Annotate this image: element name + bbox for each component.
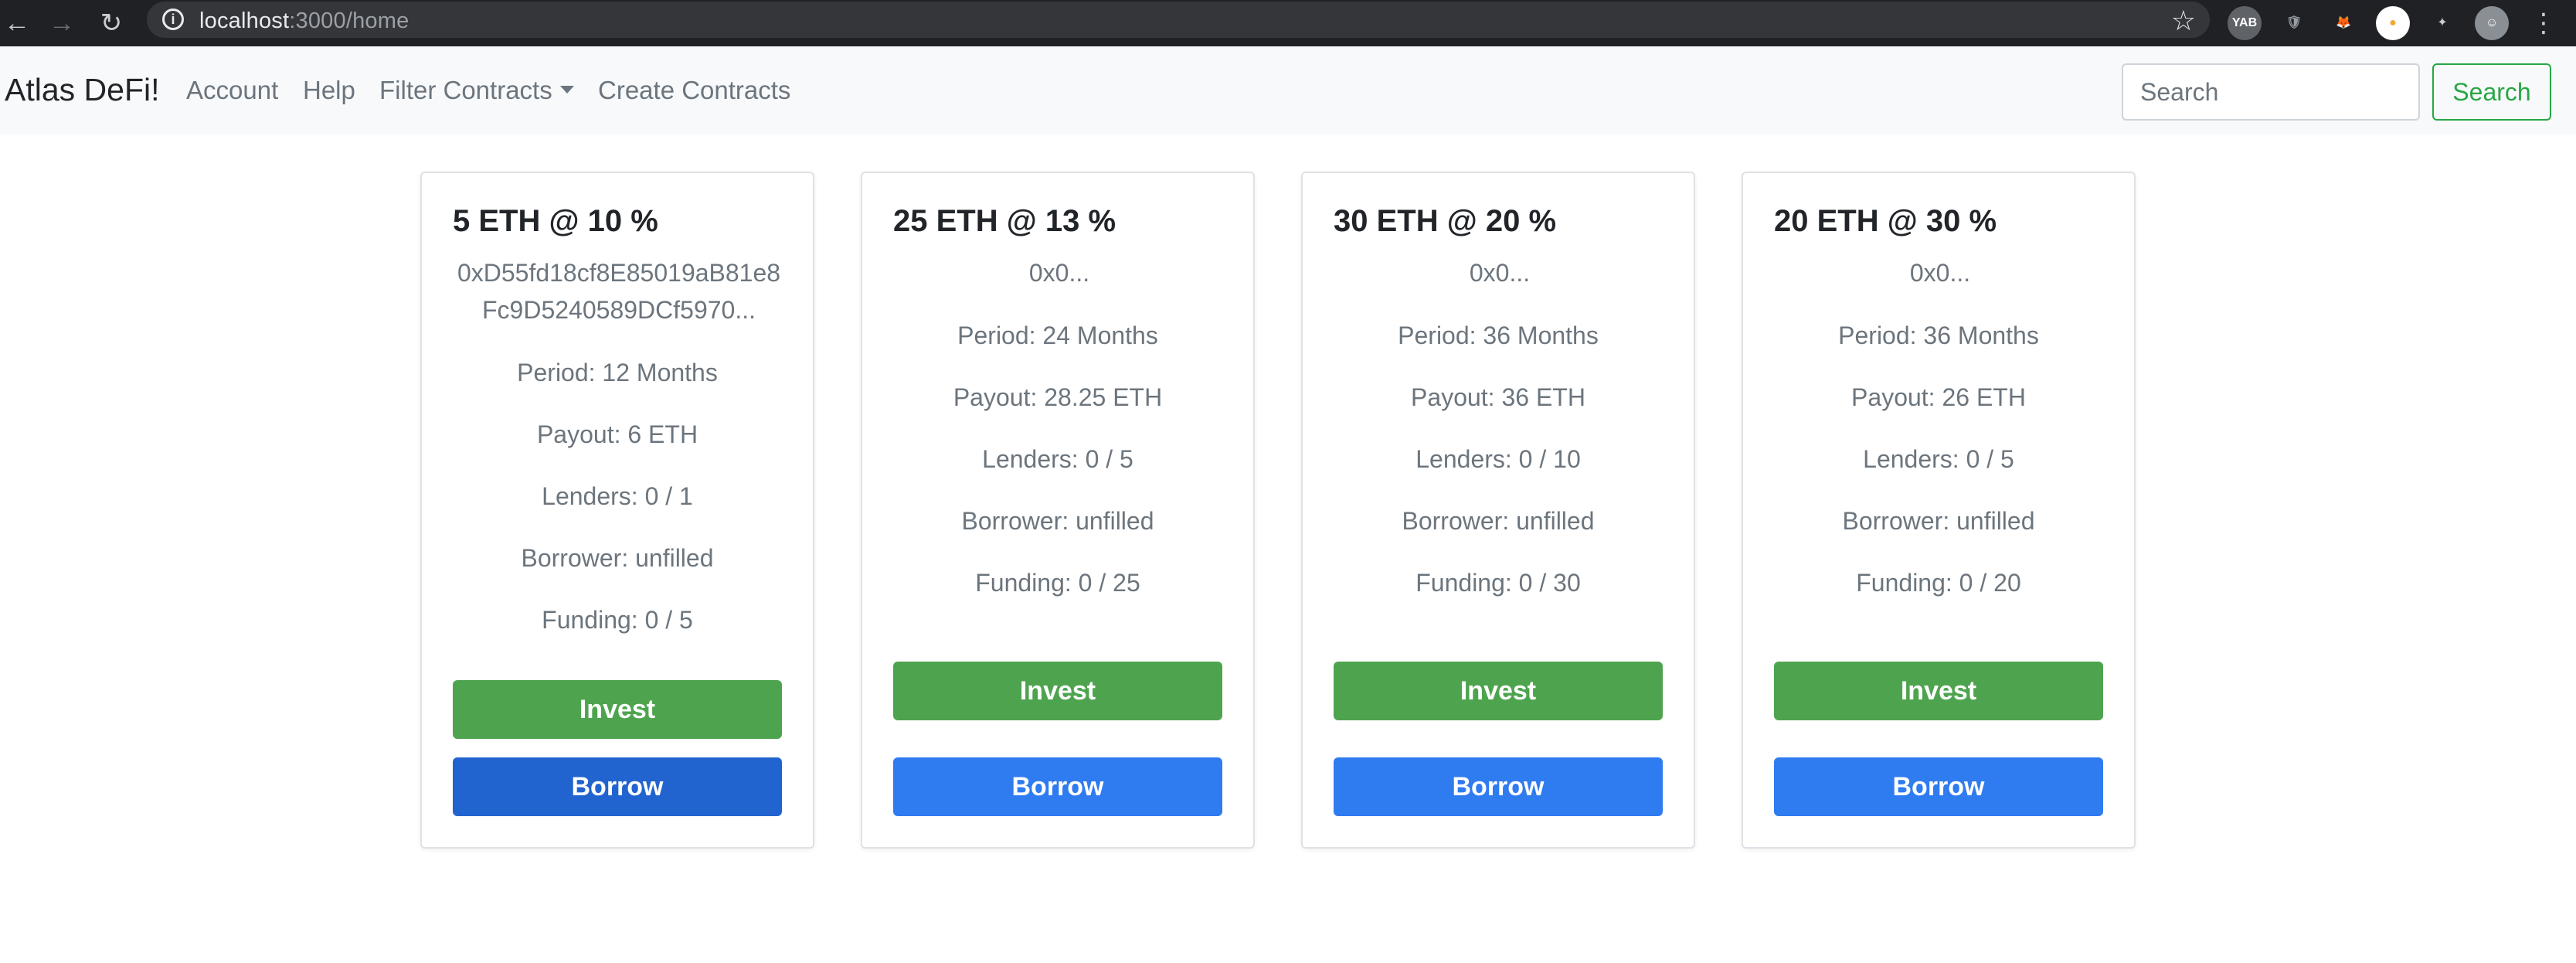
- contract-card: 20 ETH @ 30 % 0x0... Period: 36 Months P…: [1742, 172, 2136, 849]
- contract-funding: Funding: 0 / 20: [1856, 569, 2021, 597]
- contract-payout: Payout: 26 ETH: [1851, 383, 2026, 411]
- contract-lenders: Lenders: 0 / 5: [1863, 445, 2014, 473]
- contract-lenders: Lenders: 0 / 1: [542, 482, 693, 510]
- app-navbar: Atlas DeFi! Account Help Filter Contract…: [0, 46, 2576, 134]
- nav-link-create-contracts[interactable]: Create Contracts: [598, 76, 790, 105]
- shield-extension-label: 🛡: [2285, 16, 2302, 29]
- invest-button[interactable]: Invest: [1774, 662, 2103, 720]
- contract-borrower: Borrower: unfilled: [1402, 507, 1595, 535]
- wallet-extension-label: ●: [2389, 16, 2397, 29]
- contract-borrower: Borrower: unfilled: [521, 544, 714, 572]
- nav-dropdown-filter-contracts[interactable]: Filter Contracts: [379, 76, 574, 105]
- nav-link-help[interactable]: Help: [303, 76, 355, 105]
- forward-arrow-icon[interactable]: →: [45, 6, 79, 40]
- contract-period: Period: 36 Months: [1398, 322, 1599, 349]
- url-host: localhost: [199, 9, 290, 33]
- contract-period: Period: 36 Months: [1838, 322, 2039, 349]
- contract-payout: Payout: 36 ETH: [1411, 383, 1585, 411]
- contract-period: Period: 24 Months: [957, 322, 1158, 349]
- contract-payout: Payout: 28.25 ETH: [953, 383, 1163, 411]
- browser-menu-icon[interactable]: ⋮: [2527, 6, 2561, 40]
- caret-down-icon: [559, 86, 574, 94]
- invest-button[interactable]: Invest: [893, 662, 1222, 720]
- contract-title: 5 ETH @ 10 %: [453, 204, 658, 238]
- contract-card: 30 ETH @ 20 % 0x0... Period: 36 Months P…: [1301, 172, 1695, 849]
- invest-button[interactable]: Invest: [453, 680, 782, 739]
- contract-funding: Funding: 0 / 5: [542, 606, 693, 634]
- contract-title: 25 ETH @ 13 %: [893, 204, 1116, 238]
- yab-extension-icon[interactable]: YAB: [2228, 6, 2262, 40]
- brand-logo-text[interactable]: Atlas DeFi!: [5, 72, 160, 108]
- site-info-icon[interactable]: i: [162, 9, 184, 30]
- contract-funding: Funding: 0 / 25: [975, 569, 1140, 597]
- search-input[interactable]: [2122, 63, 2420, 121]
- contract-address: 0xD55fd18cf8E85019aB81e8Fc9D5240589DCf59…: [457, 259, 781, 324]
- back-arrow-icon[interactable]: ←: [0, 6, 34, 40]
- shield-extension-icon[interactable]: 🛡: [2277, 6, 2311, 40]
- reload-icon[interactable]: ↻: [94, 6, 128, 40]
- search-button[interactable]: Search: [2432, 63, 2551, 121]
- url-path: :3000/home: [289, 9, 410, 33]
- contract-card: 5 ETH @ 10 % 0xD55fd18cf8E85019aB81e8Fc9…: [420, 172, 814, 849]
- metamask-fox-icon[interactable]: 🦊: [2326, 6, 2360, 40]
- contract-period: Period: 12 Months: [517, 359, 718, 386]
- address-bar[interactable]: i localhost:3000/home ☆: [147, 2, 2210, 38]
- bookmark-star-icon[interactable]: ☆: [2171, 5, 2196, 37]
- url-text[interactable]: localhost:3000/home: [199, 9, 409, 34]
- contract-card: 25 ETH @ 13 % 0x0... Period: 24 Months P…: [861, 172, 1255, 849]
- contract-address: 0x0...: [1909, 259, 1971, 287]
- contract-payout: Payout: 6 ETH: [536, 420, 698, 448]
- contract-address: 0x0...: [1469, 259, 1531, 287]
- nav-link-account[interactable]: Account: [186, 76, 278, 105]
- browser-toolbar: ← → ↻ i localhost:3000/home ☆ YAB 🛡 🦊 ● …: [0, 0, 2576, 46]
- wallet-extension-icon[interactable]: ●: [2376, 6, 2410, 40]
- borrow-button[interactable]: Borrow: [1774, 757, 2103, 816]
- borrow-button[interactable]: Borrow: [453, 757, 782, 816]
- puzzle-extensions-label: ✦: [2437, 16, 2448, 29]
- contract-title: 20 ETH @ 30 %: [1774, 204, 1997, 238]
- yab-extension-label: YAB: [2231, 16, 2258, 29]
- contract-lenders: Lenders: 0 / 5: [982, 445, 1133, 473]
- contract-title: 30 ETH @ 20 %: [1334, 204, 1557, 238]
- contract-address: 0x0...: [1028, 259, 1090, 287]
- profile-avatar[interactable]: ☺: [2475, 6, 2509, 40]
- contract-borrower: Borrower: unfilled: [961, 507, 1154, 535]
- nav-dropdown-label: Filter Contracts: [379, 76, 552, 104]
- metamask-fox-label: 🦊: [2336, 16, 2351, 29]
- borrow-button[interactable]: Borrow: [1334, 757, 1663, 816]
- contract-borrower: Borrower: unfilled: [1842, 507, 2035, 535]
- profile-avatar-label: ☺: [2485, 16, 2499, 29]
- puzzle-extensions-icon[interactable]: ✦: [2425, 6, 2459, 40]
- invest-button[interactable]: Invest: [1334, 662, 1663, 720]
- borrow-button[interactable]: Borrow: [893, 757, 1222, 816]
- contract-funding: Funding: 0 / 30: [1415, 569, 1581, 597]
- contract-lenders: Lenders: 0 / 10: [1415, 445, 1581, 473]
